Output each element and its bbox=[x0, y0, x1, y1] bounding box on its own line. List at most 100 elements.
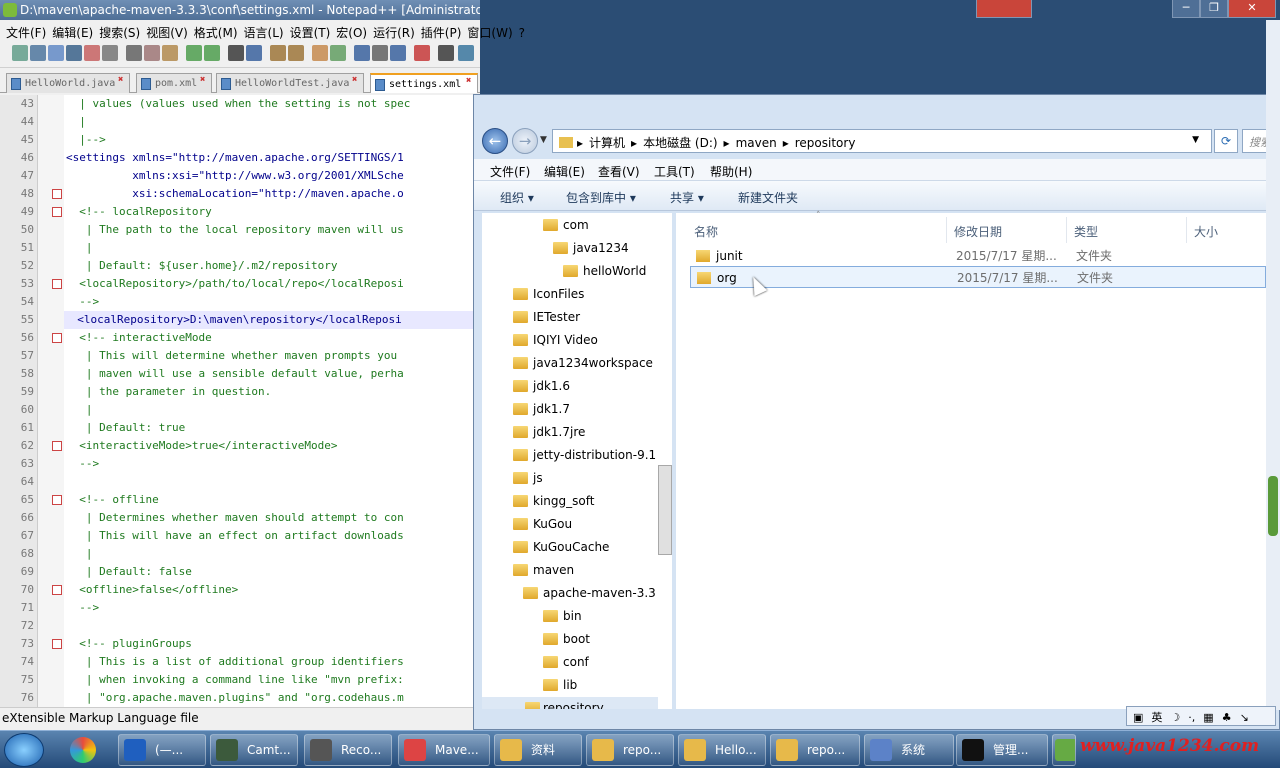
code-line[interactable]: | Default: false bbox=[66, 563, 192, 581]
start-button[interactable] bbox=[4, 733, 44, 767]
menu-item[interactable]: 文件(F) bbox=[6, 24, 46, 41]
fold-toggle-icon[interactable] bbox=[52, 441, 62, 451]
close-tab-icon[interactable]: ✖ bbox=[466, 77, 475, 86]
taskbar-item[interactable]: repo... bbox=[770, 734, 860, 766]
tree-item-jdk1-7[interactable]: jdk1.7 bbox=[513, 398, 570, 420]
toolbar-button-icon[interactable] bbox=[162, 45, 178, 61]
taskbar-item[interactable]: Reco... bbox=[304, 734, 392, 766]
code-line[interactable]: <interactiveMode>true</interactiveMode> bbox=[66, 437, 337, 455]
navigation-tree[interactable]: com java1234 helloWorld IconFiles IETester IQ… bbox=[482, 213, 672, 709]
fold-toggle-icon[interactable] bbox=[52, 189, 62, 199]
ime-button[interactable]: ♣ bbox=[1222, 711, 1232, 724]
address-dropdown-icon[interactable]: ▼ bbox=[1192, 135, 1199, 145]
explorer-menu-item[interactable]: 编辑(E) bbox=[544, 163, 585, 180]
back-button[interactable]: ← bbox=[482, 128, 508, 154]
menu-item[interactable]: 视图(V) bbox=[146, 24, 188, 41]
explorer-menu-item[interactable]: 工具(T) bbox=[654, 163, 695, 180]
tree-item-maven[interactable]: maven bbox=[513, 559, 574, 581]
taskbar-item[interactable] bbox=[1052, 734, 1076, 766]
code-line[interactable]: <!-- localRepository bbox=[66, 203, 211, 221]
tree-item-jdk1-6[interactable]: jdk1.6 bbox=[513, 375, 570, 397]
tree-item-boot[interactable]: boot bbox=[543, 628, 590, 650]
tab-pom-xml[interactable]: pom.xml ✖ bbox=[136, 73, 212, 93]
toolbar-button-icon[interactable] bbox=[438, 45, 454, 61]
menu-item[interactable]: 搜索(S) bbox=[99, 24, 140, 41]
tree-item-lib[interactable]: lib bbox=[543, 674, 577, 696]
code-line[interactable]: | bbox=[66, 545, 93, 563]
file-row[interactable]: org 2015/7/17 星期... 文件夹 bbox=[690, 266, 1266, 288]
toolbar-button-icon[interactable] bbox=[204, 45, 220, 61]
breadcrumb-item[interactable]: 计算机 bbox=[589, 136, 625, 150]
code-line[interactable]: | This will have an effect on artifact d… bbox=[66, 527, 404, 545]
code-line[interactable]: | Default: ${user.home}/.m2/repository bbox=[66, 257, 338, 275]
toolbar-button-icon[interactable] bbox=[458, 45, 474, 61]
taskbar-item[interactable]: 管理... bbox=[956, 734, 1048, 766]
fold-toggle-icon[interactable] bbox=[52, 639, 62, 649]
code-line[interactable]: | This is a list of additional group ide… bbox=[66, 653, 404, 671]
tree-item-kugou[interactable]: KuGou bbox=[513, 513, 572, 535]
command-button[interactable]: 共享 ▾ bbox=[670, 189, 704, 206]
toolbar-button-icon[interactable] bbox=[372, 45, 388, 61]
tree-item-jetty-distribution-9-1[interactable]: jetty-distribution-9.1 bbox=[513, 444, 656, 466]
toolbar-button-icon[interactable] bbox=[414, 45, 430, 61]
ime-button[interactable]: 英 bbox=[1151, 711, 1162, 724]
menu-item[interactable]: 运行(R) bbox=[373, 24, 415, 41]
toolbar-button-icon[interactable] bbox=[84, 45, 100, 61]
code-editor[interactable]: 43 44 45 46 47 48 49 50 51 52 53 54 55 56 57 58 59 60 61 62… bbox=[0, 95, 475, 707]
toolbar-button-icon[interactable] bbox=[390, 45, 406, 61]
toolbar-button-icon[interactable] bbox=[186, 45, 202, 61]
ime-mode-icon[interactable]: ▣ bbox=[1133, 711, 1143, 724]
ime-button[interactable]: ☽ bbox=[1170, 711, 1180, 724]
toolbar-button-icon[interactable] bbox=[228, 45, 244, 61]
toolbar-button-icon[interactable] bbox=[48, 45, 64, 61]
command-button[interactable]: 包含到库中 ▾ bbox=[566, 189, 636, 206]
toolbar-button-icon[interactable] bbox=[312, 45, 328, 61]
toolbar-button-icon[interactable] bbox=[270, 45, 286, 61]
column-header[interactable]: 名称 bbox=[694, 223, 718, 240]
code-line[interactable]: | "org.apache.maven.plugins" and "org.co… bbox=[66, 689, 404, 707]
tree-item-iqiyi-video[interactable]: IQIYI Video bbox=[513, 329, 598, 351]
tab-helloworld-java[interactable]: HelloWorld.java ✖ bbox=[6, 73, 130, 93]
tree-item-kingg-soft[interactable]: kingg_soft bbox=[513, 490, 594, 512]
menu-item[interactable]: 设置(T) bbox=[290, 24, 331, 41]
toolbar-button-icon[interactable] bbox=[30, 45, 46, 61]
code-line[interactable]: | Determines whether maven should attemp… bbox=[66, 509, 404, 527]
recent-pages-dropdown-icon[interactable]: ▼ bbox=[540, 135, 547, 145]
menu-item[interactable]: 格式(M) bbox=[194, 24, 238, 41]
breadcrumb-item[interactable]: maven bbox=[736, 136, 777, 150]
code-line[interactable]: <settings xmlns="http://maven.apache.org… bbox=[66, 149, 404, 167]
toolbar-button-icon[interactable] bbox=[12, 45, 28, 61]
code-line[interactable]: | the parameter in question. bbox=[66, 383, 271, 401]
tree-item-java1234[interactable]: java1234 bbox=[553, 237, 629, 259]
command-button[interactable]: 组织 ▾ bbox=[500, 189, 534, 206]
toolbar-button-icon[interactable] bbox=[66, 45, 82, 61]
code-line[interactable]: --> bbox=[66, 599, 99, 617]
tree-item-conf[interactable]: conf bbox=[543, 651, 589, 673]
ime-button[interactable]: ↘ bbox=[1240, 711, 1249, 724]
forward-button[interactable]: → bbox=[512, 128, 538, 154]
explorer-menu-item[interactable]: 查看(V) bbox=[598, 163, 640, 180]
close-tab-icon[interactable]: ✖ bbox=[352, 76, 361, 85]
column-header[interactable]: 修改日期 bbox=[954, 223, 1002, 240]
fold-toggle-icon[interactable] bbox=[52, 333, 62, 343]
tree-item-repository[interactable]: repository bbox=[482, 697, 658, 709]
breadcrumb-item[interactable]: repository bbox=[795, 136, 856, 150]
ime-toolbar[interactable]: ▣ 英 ☽ ·, ▦ ♣ ↘ bbox=[1126, 706, 1276, 726]
tree-item-ietester[interactable]: IETester bbox=[513, 306, 580, 328]
fold-toggle-icon[interactable] bbox=[52, 279, 62, 289]
tree-item-js[interactable]: js bbox=[513, 467, 543, 489]
code-line[interactable]: | bbox=[66, 401, 93, 419]
tree-item-bin[interactable]: bin bbox=[543, 605, 582, 627]
code-line[interactable]: <!-- interactiveMode bbox=[66, 329, 211, 347]
code-line[interactable]: | This will determine whether maven prom… bbox=[66, 347, 397, 365]
taskbar-item[interactable]: Mave... bbox=[398, 734, 490, 766]
taskbar-item[interactable]: 资料 bbox=[494, 734, 582, 766]
code-line[interactable]: xmlns:xsi="http://www.w3.org/2001/XMLSch… bbox=[66, 167, 404, 185]
taskbar-item[interactable]: Hello... bbox=[678, 734, 766, 766]
tree-item-kugoucache[interactable]: KuGouCache bbox=[513, 536, 609, 558]
file-list[interactable]: 名称 修改日期 类型 大小 ˄ junit 2015/7/17 星期... 文件夹 org 201… bbox=[676, 211, 1279, 709]
close-button-bg[interactable] bbox=[976, 0, 1032, 18]
code-line[interactable]: <!-- offline bbox=[66, 491, 158, 509]
fold-toggle-icon[interactable] bbox=[52, 207, 62, 217]
refresh-button[interactable]: ⟳ bbox=[1214, 129, 1238, 153]
